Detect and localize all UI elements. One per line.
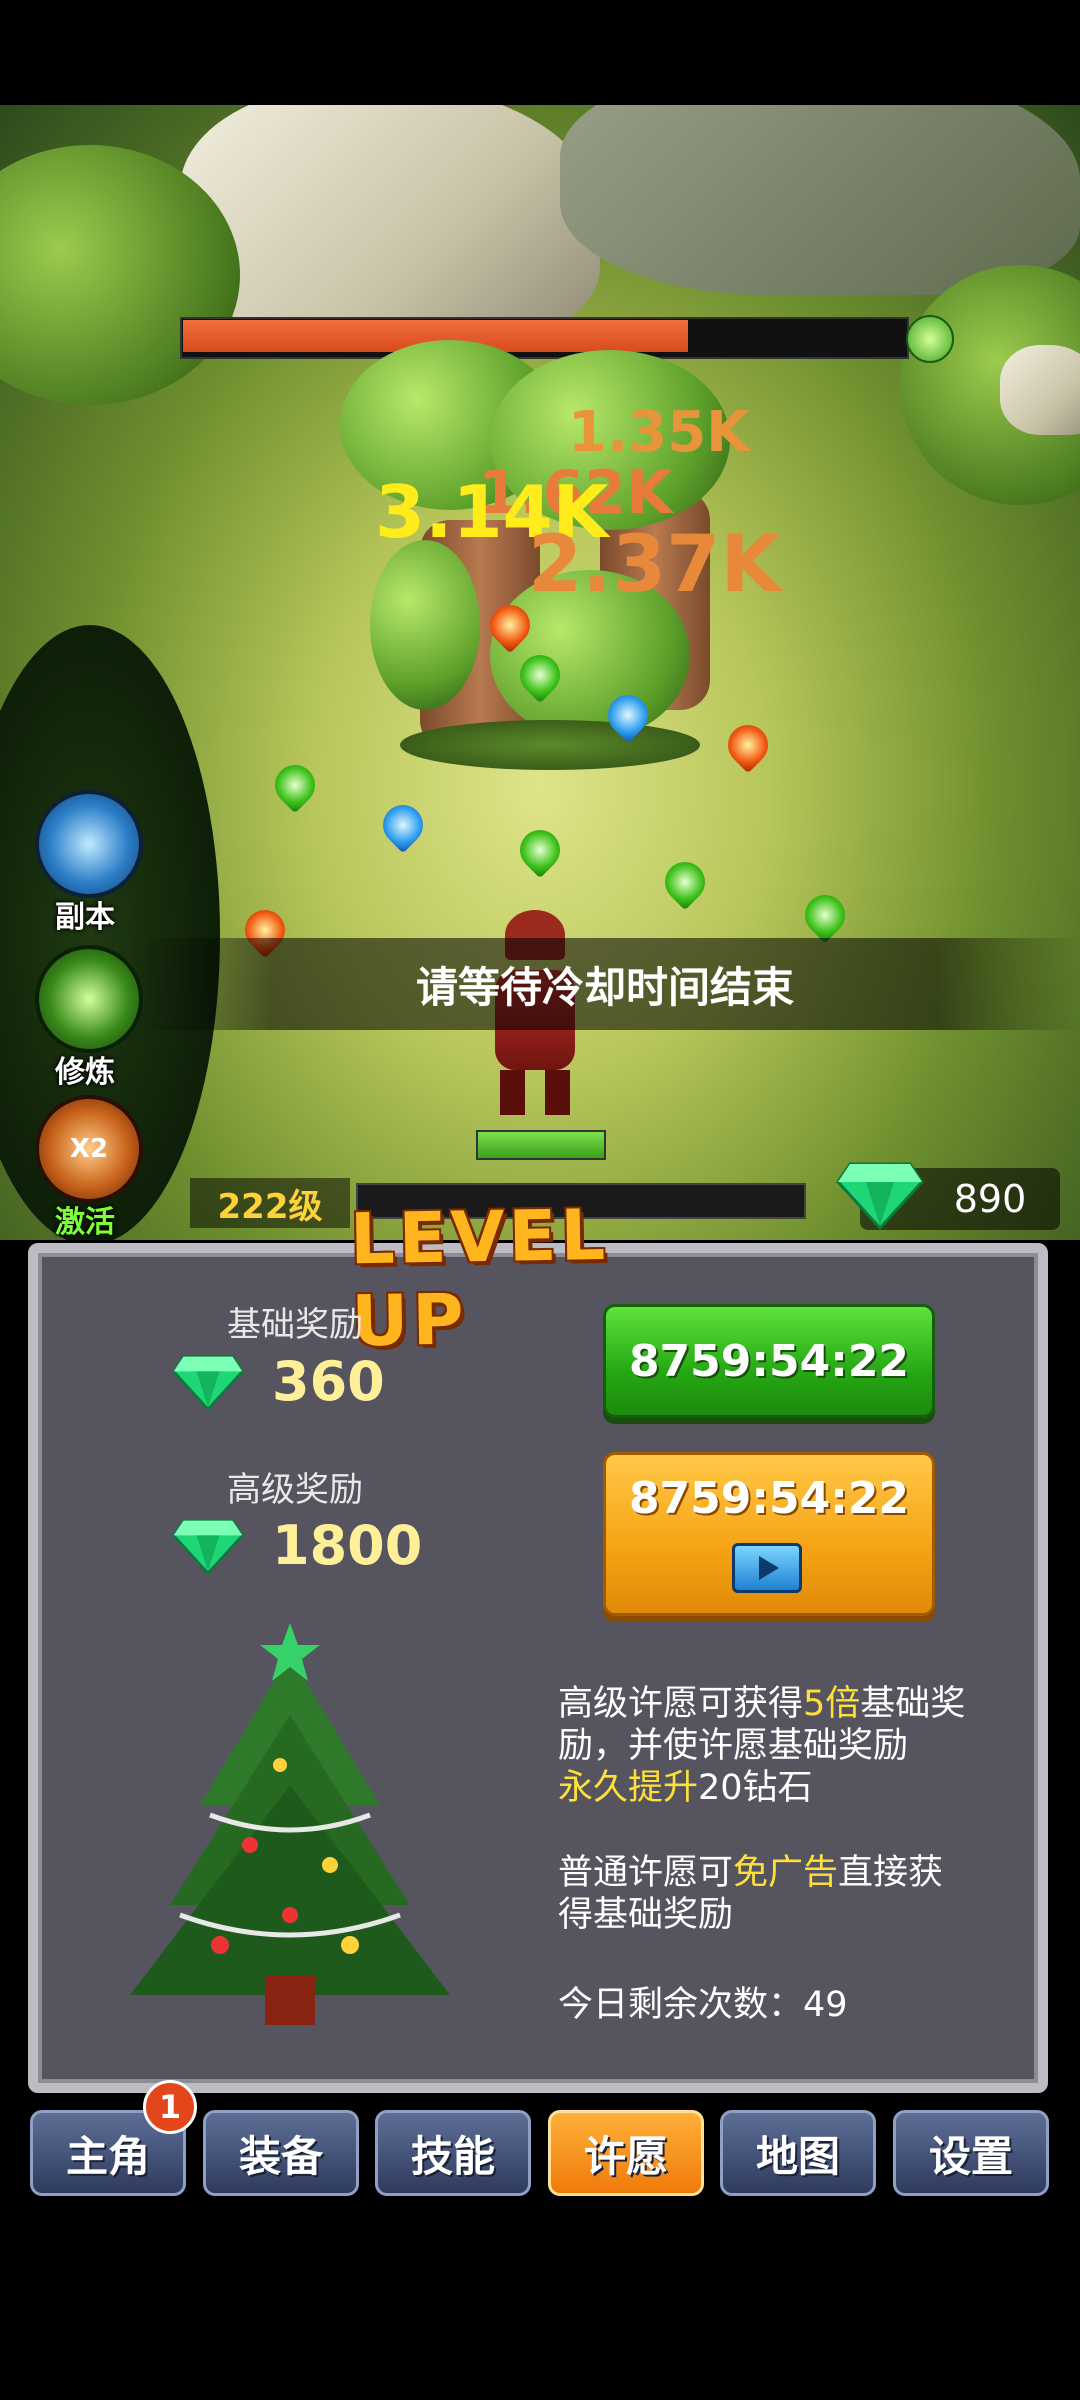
advanced-wish-timer: 8759:54:22 [628, 1473, 910, 1524]
remaining-count: 今日剩余次数：49 [558, 1985, 848, 2025]
boss-element-icon [906, 315, 954, 363]
info-text: 得基础奖励 [558, 1895, 734, 1935]
damage-number: 2.37K [528, 520, 781, 610]
side-button-label: 副本 [55, 900, 115, 935]
training-icon [35, 945, 143, 1053]
level-up-title: LEVEL UP [349, 1193, 610, 1363]
background-rock [180, 105, 600, 345]
damage-number: 1.35K [568, 400, 750, 465]
diamond-icon [172, 1517, 244, 1575]
tab-wish[interactable]: 许愿 [548, 2110, 704, 2196]
info-text: 普通许愿可 [558, 1853, 734, 1893]
advanced-reward-value: 1800 [272, 1514, 423, 1577]
basic-wish-timer: 8759:54:22 [628, 1335, 910, 1387]
hero-hp-fill [478, 1132, 604, 1158]
info-highlight: 免广告 [733, 1853, 839, 1893]
player-level: 222级 [190, 1178, 350, 1228]
double-boost-icon: X2 [35, 1095, 143, 1203]
side-button-label: 激活 [55, 1205, 115, 1240]
gem-count: 890 [953, 1177, 1027, 1221]
info-highlight: 永久提升 [558, 1768, 699, 1808]
tab-map[interactable]: 地图 [720, 2110, 876, 2196]
monster-arm [370, 540, 480, 710]
video-ad-icon [732, 1543, 802, 1593]
side-button-label: 修炼 [55, 1055, 115, 1090]
portal-icon [35, 790, 143, 898]
info-text: 20钻石 [698, 1768, 813, 1808]
diamond-icon [836, 1160, 924, 1231]
advanced-wish-button[interactable]: 8759:54:22 [603, 1452, 935, 1616]
tab-equipment[interactable]: 装备 [203, 2110, 359, 2196]
basic-reward-value: 360 [272, 1350, 385, 1413]
info-text: 直接获 [838, 1853, 944, 1893]
basic-wish-button[interactable]: 8759:54:22 [603, 1304, 935, 1418]
christmas-tree-image [120, 1615, 460, 2035]
side-button-dungeon[interactable]: 副本 [35, 790, 143, 935]
wish-info-text: 高级许愿可获得5倍基础奖励，并使许愿基础奖励 永久提升20钻石 [558, 1683, 998, 1809]
hero-leg [545, 1070, 570, 1115]
info-text: 基础 [860, 1684, 931, 1724]
info-text: 高级许愿可获得 [558, 1684, 804, 1724]
diamond-icon [172, 1353, 244, 1411]
cooldown-toast: 请等待冷却时间结束 [130, 938, 1080, 1030]
monster-roots [400, 720, 700, 770]
basic-reward-label: 基础奖励 [227, 1305, 363, 1345]
tab-skills[interactable]: 技能 [375, 2110, 531, 2196]
hero-leg [500, 1070, 525, 1115]
wish-info-text-2: 普通许愿可免广告直接获 得基础奖励 [558, 1852, 998, 1936]
background-rock [1000, 345, 1080, 435]
info-highlight: 5倍 [803, 1684, 861, 1724]
hero-hp-bar [476, 1130, 606, 1160]
tab-settings[interactable]: 设置 [893, 2110, 1049, 2196]
side-button-training[interactable]: 修炼 [35, 945, 143, 1090]
side-button-activate[interactable]: X2 激活 [35, 1095, 143, 1240]
advanced-reward-label: 高级奖励 [227, 1470, 363, 1510]
notification-badge: 1 [143, 2080, 197, 2134]
